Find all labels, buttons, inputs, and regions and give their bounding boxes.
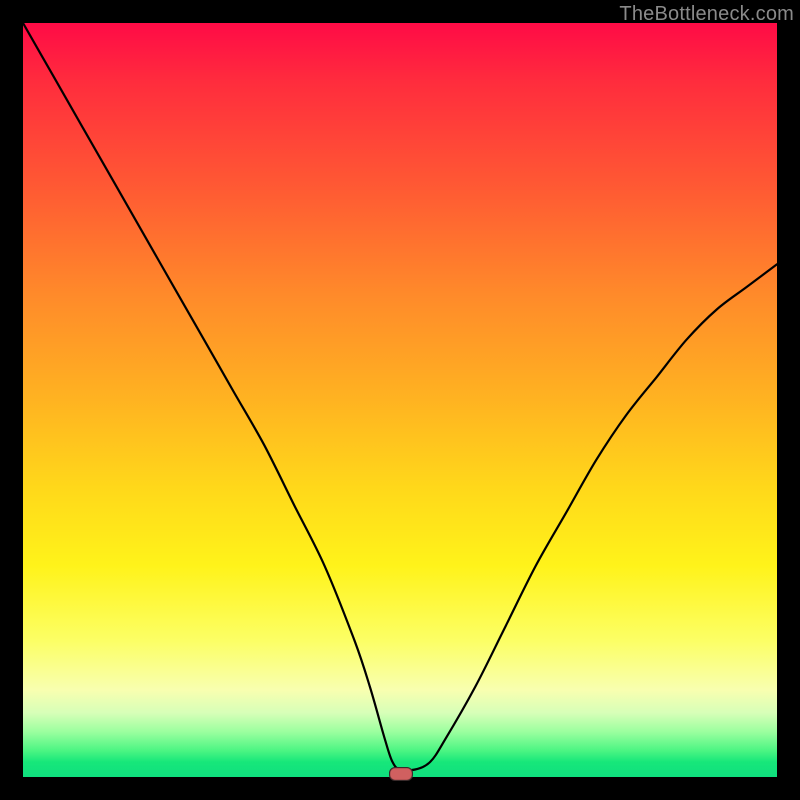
bottleneck-curve <box>23 23 777 777</box>
plot-area <box>23 23 777 777</box>
optimal-point-marker <box>389 767 413 781</box>
curve-path <box>23 23 777 770</box>
chart-frame: TheBottleneck.com <box>0 0 800 800</box>
watermark-text: TheBottleneck.com <box>619 3 794 26</box>
